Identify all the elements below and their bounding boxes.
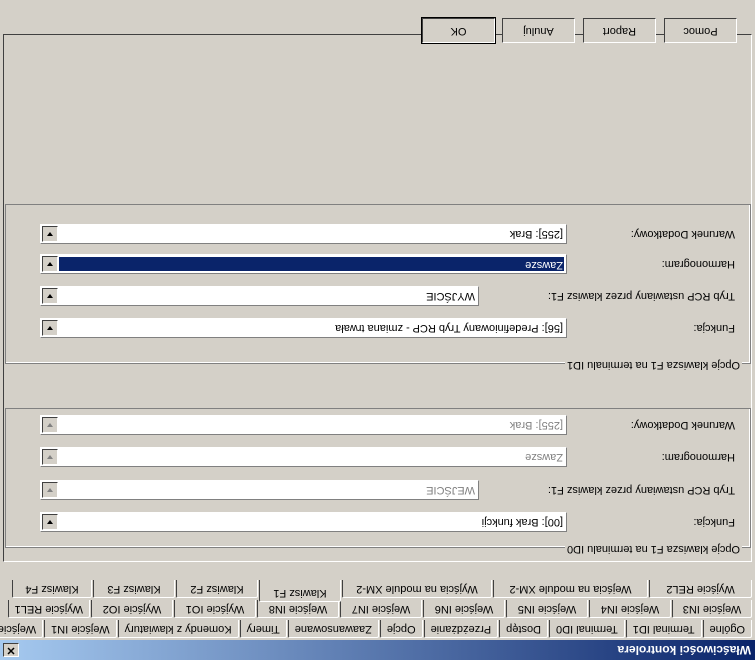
group-terminal-id1: Opcje klawisza F1 na terminalu ID1 Funkc…	[5, 204, 751, 371]
id1-rcp-mode-row: Tryb RCP ustawiany przez klawisz F1: WYJ…	[40, 284, 735, 306]
id1-condition-value: [255]: Brak	[509, 228, 563, 240]
id0-function-value: [00]: Brak funkcji	[481, 516, 563, 528]
tab-key-f2[interactable]: Klawisz F2	[176, 580, 258, 598]
id0-schedule-value: Zawsze	[525, 451, 563, 463]
id0-condition-value: [255]: Brak	[509, 419, 563, 431]
tab-row-3: Wyjście REL2 Wejścia na module XM-2 Wyjś…	[11, 580, 752, 602]
chevron-down-icon[interactable]	[42, 449, 58, 465]
tab-input-in1[interactable]: Wejście IN1	[44, 620, 117, 638]
id0-rcp-mode-label: Tryb RCP ustawiany przez klawisz F1:	[547, 484, 735, 496]
id0-condition-row: Warunek Dodatkowy: [255]: Brak	[40, 413, 735, 435]
chevron-down-icon[interactable]	[42, 256, 58, 272]
tab-input-in3[interactable]: Wejście IN3	[672, 600, 752, 618]
id0-schedule-combo[interactable]: Zawsze	[40, 447, 567, 467]
tab-access[interactable]: Dostęp	[499, 620, 549, 638]
controller-properties-dialog: Właściwości kontrolera ✕ Ogólne Terminal…	[0, 0, 755, 660]
chevron-down-icon[interactable]	[42, 482, 58, 498]
tab-row-2: Wejście IN3 Wejście IN4 Wejście IN5 Wejś…	[7, 600, 752, 620]
window-title: Właściwości kontrolera	[617, 643, 751, 657]
id0-schedule-row: Harmonogram: Zawsze	[40, 445, 735, 467]
id1-schedule-value: Zawsze	[59, 257, 564, 271]
chevron-down-icon[interactable]	[42, 514, 58, 530]
group-id0-legend: Opcje klawisza F1 na terminalu ID0	[564, 543, 742, 555]
tab-key-f1[interactable]: Klawisz F1	[259, 580, 341, 602]
chevron-down-icon[interactable]	[42, 288, 58, 304]
id0-function-combo[interactable]: [00]: Brak funkcji	[40, 512, 567, 532]
tab-options[interactable]: Opcje	[379, 620, 423, 638]
id1-function-combo[interactable]: [56]: Predefiniowany Tryb RCP - zmiana t…	[40, 318, 567, 338]
id0-rcp-mode-combo[interactable]: WEJŚCIE	[40, 480, 479, 500]
tab-keyboard-commands[interactable]: Komendy z klawiatury	[117, 620, 239, 638]
id1-rcp-mode-label: Tryb RCP ustawiany przez klawisz F1:	[547, 290, 735, 302]
id1-condition-label: Warunek Dodatkowy:	[630, 228, 735, 240]
tab-input-in6[interactable]: Wejście IN6	[423, 600, 505, 618]
id0-condition-label: Warunek Dodatkowy:	[630, 419, 735, 431]
tab-key-f4[interactable]: Klawisz F4	[12, 580, 92, 598]
tab-output-rel1[interactable]: Wyjście REL1	[8, 600, 90, 618]
tab-terminal-id1[interactable]: Terminal ID1	[625, 620, 702, 638]
id1-schedule-combo[interactable]: Zawsze	[40, 254, 567, 274]
tab-xm2-outputs[interactable]: Wyjścia na module XM-2	[342, 580, 492, 598]
chevron-down-icon[interactable]	[42, 320, 58, 336]
id0-function-row: Funkcja: [00]: Brak funkcji	[40, 510, 735, 532]
ok-button[interactable]: OK	[421, 17, 496, 44]
group-id1-legend: Opcje klawisza F1 na terminalu ID1	[564, 359, 742, 371]
id1-schedule-label: Harmonogram:	[661, 258, 735, 270]
close-icon[interactable]: ✕	[3, 643, 19, 657]
id0-function-label: Funkcja:	[693, 516, 735, 528]
tab-output-io2[interactable]: Wyjście IO2	[91, 600, 173, 618]
id0-rcp-mode-value: WEJŚCIE	[426, 484, 475, 496]
tab-general[interactable]: Ogólne	[702, 620, 752, 638]
id1-function-row: Funkcja: [56]: Predefiniowany Tryb RCP -…	[40, 316, 735, 338]
tab-input-in5[interactable]: Wejście IN5	[506, 600, 588, 618]
report-button[interactable]: Raport	[583, 18, 656, 43]
id1-condition-combo[interactable]: [255]: Brak	[40, 224, 567, 244]
tab-timers[interactable]: Timery	[239, 620, 287, 638]
group-terminal-id0: Opcje klawisza F1 na terminalu ID0 Funkc…	[5, 408, 751, 555]
tab-input-in2[interactable]: Wejście IN2	[0, 620, 44, 638]
id1-condition-row: Warunek Dodatkowy: [255]: Brak	[40, 222, 735, 244]
tab-input-in7[interactable]: Wejście IN7	[340, 600, 422, 618]
id1-rcp-mode-value: WYJŚCIE	[426, 290, 475, 302]
tab-input-in8[interactable]: Wejście IN8	[257, 600, 339, 618]
tab-output-rel2[interactable]: Wyjście REL2	[649, 580, 752, 598]
cancel-button[interactable]: Anuluj	[502, 18, 575, 43]
chevron-down-icon[interactable]	[42, 417, 58, 433]
help-button[interactable]: Pomoc	[664, 18, 737, 43]
id0-rcp-mode-row: Tryb RCP ustawiany przez klawisz F1: WEJ…	[40, 478, 735, 500]
tab-terminal-id0[interactable]: Terminal ID0	[549, 620, 625, 638]
id0-condition-combo[interactable]: [255]: Brak	[40, 415, 567, 435]
tab-xm2-inputs[interactable]: Wejścia na module XM-2	[493, 580, 648, 598]
id1-function-value: [56]: Predefiniowany Tryb RCP - zmiana t…	[335, 322, 563, 334]
chevron-down-icon[interactable]	[42, 226, 58, 242]
id1-rcp-mode-combo[interactable]: WYJŚCIE	[40, 286, 479, 306]
id0-schedule-label: Harmonogram:	[661, 451, 735, 463]
tab-input-in4[interactable]: Wejście IN4	[589, 600, 671, 618]
tab-passage[interactable]: Przeżdżanie	[423, 620, 499, 638]
id1-schedule-row: Harmonogram: Zawsze	[40, 252, 735, 274]
tab-output-io1[interactable]: Wyjście IO1	[174, 600, 256, 618]
tab-advanced[interactable]: Zaawansowane	[287, 620, 379, 638]
id1-function-label: Funkcja:	[693, 322, 735, 334]
title-bar: Właściwości kontrolera ✕	[0, 640, 755, 660]
tab-row-1: Ogólne Terminal ID1 Terminal ID0 Dostęp …	[0, 620, 752, 640]
tab-key-f3[interactable]: Klawisz F3	[93, 580, 175, 598]
